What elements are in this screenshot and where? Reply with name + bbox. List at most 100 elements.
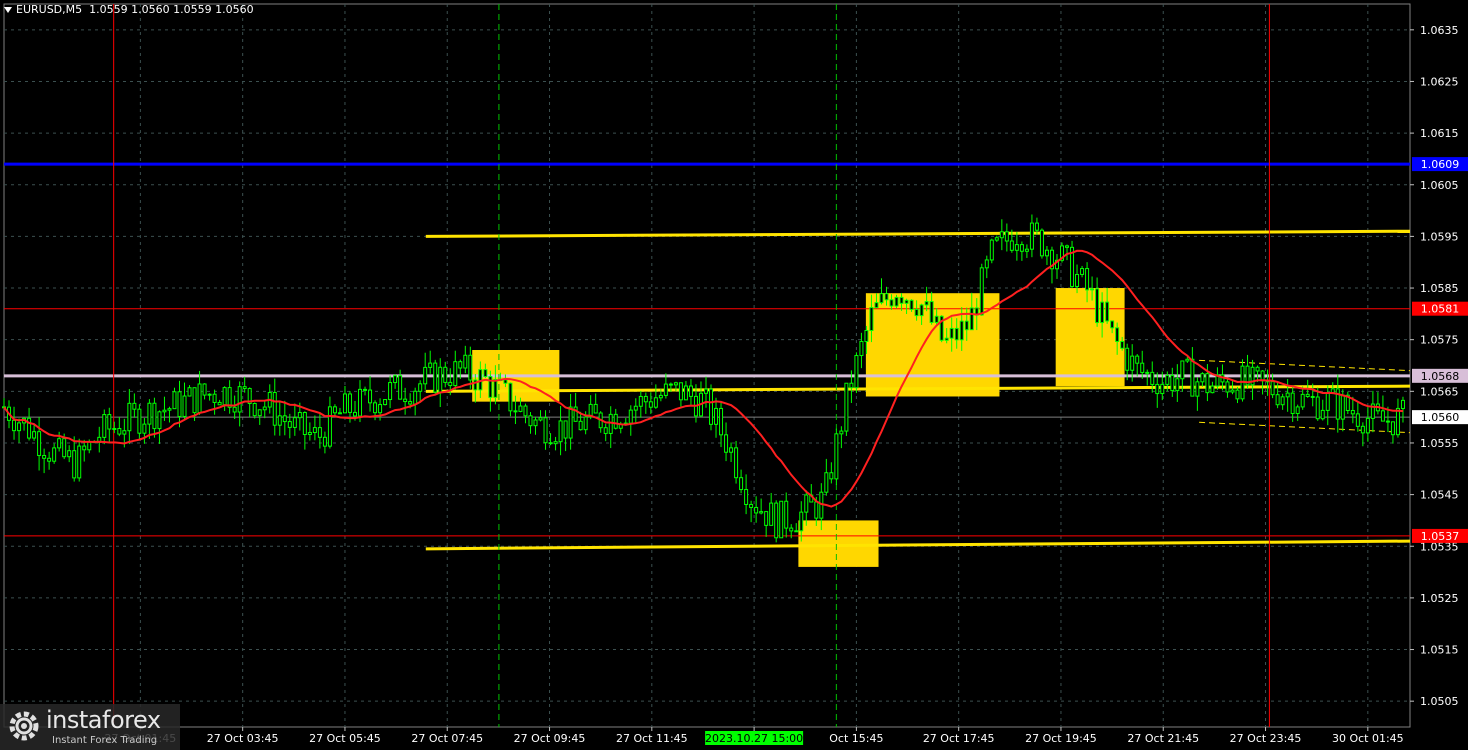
candle-body — [37, 431, 42, 456]
candle-body — [1019, 244, 1024, 252]
candle-body — [423, 366, 428, 385]
candle-body — [363, 388, 368, 391]
candle-body — [378, 404, 383, 414]
x-tick-label: Oct 15:45 — [829, 732, 883, 745]
candle-body — [67, 450, 72, 458]
candle-body — [468, 354, 473, 381]
candle-body — [904, 299, 909, 304]
candle-body — [528, 415, 533, 427]
candle-body — [533, 419, 538, 427]
candle-body — [463, 354, 468, 369]
candle-body — [12, 419, 17, 432]
candle-body — [62, 438, 67, 458]
candle-body — [864, 330, 869, 342]
candle-body — [1180, 360, 1185, 380]
candle-body — [608, 413, 613, 434]
candle-body — [583, 416, 588, 431]
collapse-triangle-icon[interactable] — [4, 7, 12, 13]
candle-body — [964, 320, 969, 331]
candle-body — [57, 438, 62, 449]
candle-body — [683, 385, 688, 401]
candle-body — [568, 406, 573, 439]
candle-body — [252, 402, 257, 417]
candle-body — [1175, 378, 1180, 392]
candle-body — [438, 366, 443, 393]
candle-body — [433, 362, 438, 393]
candle-body — [1024, 248, 1029, 252]
candle-body — [854, 355, 859, 389]
candle-body — [633, 405, 638, 411]
candle-body — [1075, 273, 1080, 287]
candle-body — [282, 415, 287, 423]
candle-body — [593, 403, 598, 414]
candle-body — [794, 530, 799, 533]
candle-body — [117, 427, 122, 435]
candle-body — [979, 267, 984, 316]
candle-body — [909, 299, 914, 310]
y-tick-label: 1.0585 — [1420, 282, 1459, 295]
candle-body — [1150, 371, 1155, 385]
candle-body — [1395, 407, 1400, 436]
candle-body — [388, 382, 393, 401]
candle-body — [478, 369, 483, 391]
candle-body — [1120, 340, 1125, 349]
channel-lower — [1199, 421, 1411, 434]
candle-body — [924, 301, 929, 306]
candle-body — [769, 502, 774, 526]
candle-body — [368, 389, 373, 404]
highlighted-time-label: 2023.10.27 15:00 — [705, 732, 803, 745]
candle-body — [237, 386, 242, 413]
candle-body — [1085, 268, 1090, 291]
candle-body — [187, 387, 192, 397]
candle-body — [17, 422, 22, 432]
candle-body — [508, 382, 513, 412]
candle-body — [729, 447, 734, 453]
price-chart[interactable]: 1.0635 1.0625 1.0615 1.0605 1.0595 1.0585 1.05… — [0, 0, 1468, 750]
candle-body — [929, 301, 934, 323]
candle-body — [142, 423, 147, 434]
candle-body — [949, 327, 954, 339]
candle-body — [1090, 288, 1095, 291]
candle-body — [287, 421, 292, 428]
candle-body — [347, 393, 352, 413]
candle-body — [603, 427, 608, 434]
x-tick-label: 27 Oct 19:45 — [1025, 732, 1097, 745]
ohlc-values: 1.0559 1.0560 1.0559 1.0560 — [89, 3, 254, 16]
time-axis: 27 Oct 01:4527 Oct 03:4527 Oct 05:4527 O… — [105, 727, 1404, 745]
candle-body — [147, 402, 152, 425]
channel-upper — [1199, 359, 1411, 372]
candle-body — [393, 375, 398, 384]
candle-body — [749, 503, 754, 508]
candle-body — [182, 395, 187, 417]
candle-body — [157, 411, 162, 430]
price-axis: 1.0635 1.0625 1.0615 1.0605 1.0595 1.0585 1.05… — [1410, 24, 1468, 708]
candle-body — [779, 500, 784, 539]
candle-body — [82, 445, 87, 451]
candle-body — [1400, 399, 1405, 409]
candle-body — [1009, 240, 1014, 251]
x-tick-label: 27 Oct 21:45 — [1127, 732, 1199, 745]
y-tick-label: 1.0635 — [1420, 24, 1459, 37]
candle-body — [1280, 396, 1285, 406]
candle-body — [643, 395, 648, 403]
candle-body — [1160, 383, 1165, 395]
x-tick-label: 27 Oct 03:45 — [207, 732, 279, 745]
candle-body — [1270, 381, 1275, 396]
candle-body — [222, 387, 227, 406]
candle-body — [483, 369, 488, 378]
candle-body — [1004, 231, 1009, 242]
candle-body — [32, 431, 37, 439]
candle-body — [112, 427, 117, 430]
candle-body — [1325, 392, 1330, 411]
candle-body — [678, 382, 683, 401]
price-label: 1.0537 — [1421, 530, 1460, 543]
candle-body — [1125, 347, 1130, 371]
y-tick-label: 1.0605 — [1420, 179, 1459, 192]
y-tick-label: 1.0595 — [1420, 230, 1459, 243]
candle-body — [1039, 229, 1044, 257]
x-tick-label: 27 Oct 05:45 — [309, 732, 381, 745]
candle-body — [789, 527, 794, 532]
candle-body — [503, 379, 508, 384]
candle-body — [814, 501, 819, 519]
x-tick-label: 27 Oct 23:45 — [1230, 732, 1302, 745]
